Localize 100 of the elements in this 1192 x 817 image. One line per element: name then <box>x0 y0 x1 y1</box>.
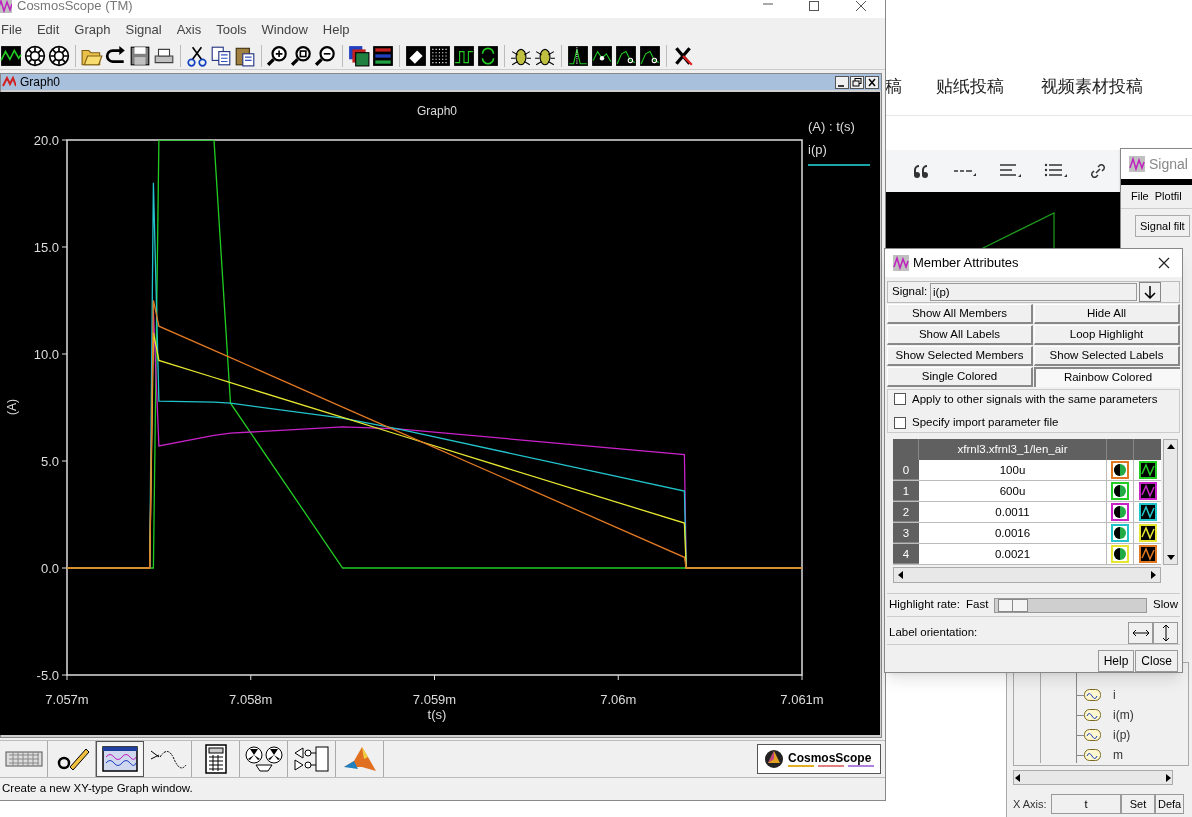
dropdown-button[interactable] <box>1139 282 1161 302</box>
peak-chart-icon[interactable] <box>567 44 589 67</box>
color-swatch-icon[interactable] <box>1111 461 1129 479</box>
axis-tick-label: 7.06m <box>600 692 637 707</box>
zoom-out-icon[interactable] <box>315 44 337 67</box>
grid-icon[interactable] <box>429 44 451 67</box>
color-mode-button[interactable]: Single Colored <box>887 367 1033 387</box>
menu-item[interactable]: Axis <box>176 20 202 40</box>
signal-field[interactable]: i(p) <box>930 283 1137 301</box>
tree-item[interactable]: m <box>1113 746 1123 764</box>
row-index: 0 <box>893 460 919 480</box>
restore-icon[interactable] <box>850 75 864 89</box>
slider-thumb[interactable] <box>997 598 1028 612</box>
action-button[interactable]: Show All Members <box>887 304 1033 324</box>
window-title: Member Attributes <box>913 254 1019 273</box>
status-text: Create a new XY-type Graph window. <box>2 781 193 797</box>
scrollbar[interactable] <box>893 567 1161 583</box>
wave-chart-icon[interactable] <box>591 44 613 67</box>
x-axis-field[interactable]: t <box>1051 794 1121 814</box>
x-mark-icon[interactable] <box>672 44 694 67</box>
quote-icon[interactable] <box>913 162 931 180</box>
close-icon[interactable] <box>1158 257 1170 269</box>
checkbox[interactable] <box>894 393 906 406</box>
link-icon[interactable] <box>1089 162 1107 180</box>
scroll-right-icon[interactable] <box>1150 571 1157 579</box>
dialog-button[interactable]: Close <box>1135 650 1178 672</box>
checkbox[interactable] <box>894 416 906 429</box>
scissors-icon[interactable] <box>186 44 208 67</box>
radiation-icon <box>243 743 284 775</box>
action-button[interactable]: Hide All <box>1034 304 1180 324</box>
zoom-in-icon[interactable] <box>267 44 289 67</box>
color-mode-button[interactable]: Rainbow Colored <box>1034 367 1180 387</box>
window-title: Graph0 <box>20 74 61 91</box>
zoom-box-icon[interactable] <box>291 44 313 67</box>
align-icon[interactable] <box>999 162 1022 180</box>
stacked-windows-icon[interactable] <box>348 44 370 67</box>
slider-track[interactable] <box>994 597 1148 613</box>
scroll-up-icon[interactable] <box>1166 443 1175 450</box>
eraser-icon[interactable] <box>405 44 427 67</box>
scrollbar[interactable] <box>1013 770 1173 785</box>
scroll-left-icon[interactable] <box>897 571 904 579</box>
scroll-down-icon[interactable] <box>1166 554 1175 561</box>
menu-item[interactable]: File <box>1 20 22 40</box>
maximize-icon[interactable] <box>808 0 820 12</box>
line-style-icon[interactable] <box>1138 545 1157 563</box>
color-swatch-icon[interactable] <box>1111 503 1129 521</box>
action-button[interactable]: Show All Labels <box>887 325 1033 345</box>
list-icon[interactable] <box>1044 162 1067 180</box>
globe-icon[interactable] <box>24 44 46 67</box>
minimize-icon[interactable] <box>835 75 849 89</box>
menu-item[interactable]: File <box>1131 188 1149 205</box>
dialog-button[interactable]: Help <box>1097 650 1135 672</box>
pulse-icon[interactable] <box>453 44 475 67</box>
axis-tick-label: 7.061m <box>780 692 824 707</box>
action-button[interactable]: Loop Highlight <box>1034 325 1180 345</box>
checkbox-label: Apply to other signals with the same parameters <box>912 391 1158 407</box>
scrollbar[interactable] <box>1163 439 1178 565</box>
menu-item[interactable]: Window <box>261 20 308 40</box>
close-icon[interactable] <box>865 75 879 89</box>
color-swatch-icon[interactable] <box>1111 524 1129 542</box>
marker-chart-icon[interactable] <box>639 44 661 67</box>
scroll-left-icon[interactable] <box>1014 773 1021 782</box>
set-button[interactable]: Set <box>1121 794 1155 814</box>
refresh-icon[interactable] <box>477 44 499 67</box>
graph-window-tool-button[interactable] <box>96 741 144 777</box>
globe-icon[interactable] <box>48 44 70 67</box>
signal-filter-button[interactable]: Signal filt <box>1135 215 1190 238</box>
menu-item[interactable]: Plotfil <box>1154 188 1182 205</box>
row-index: 3 <box>893 523 919 543</box>
axis-tick-label: 10.0 <box>33 347 59 362</box>
line-style-icon[interactable] <box>1138 503 1157 521</box>
tree-item[interactable]: i <box>1113 686 1116 704</box>
action-button[interactable]: Show Selected Labels <box>1034 346 1180 366</box>
table-cell: 100u <box>919 460 1107 480</box>
close-icon[interactable] <box>855 0 867 12</box>
marker-chart-icon[interactable] <box>615 44 637 67</box>
set-button[interactable]: Defa <box>1155 794 1185 814</box>
menu-item[interactable]: Signal <box>125 20 162 40</box>
menu-item[interactable]: Edit <box>36 20 60 40</box>
tree-item[interactable]: i(p) <box>1113 726 1131 744</box>
color-swatch-icon[interactable] <box>1111 482 1129 500</box>
orientation-button[interactable] <box>1153 621 1178 644</box>
menu-item[interactable]: Graph <box>74 20 111 40</box>
menu-item[interactable]: Help <box>322 20 350 40</box>
color-bars-icon[interactable] <box>372 44 394 67</box>
page-tab[interactable]: 稿 <box>885 74 936 100</box>
orientation-button[interactable] <box>1128 621 1153 644</box>
tree-item[interactable]: i(m) <box>1113 706 1134 724</box>
menu-item[interactable]: Tools <box>216 20 247 40</box>
axis-tick-label: 0.0 <box>40 561 59 576</box>
copy-icon[interactable] <box>210 44 232 67</box>
line-style-icon[interactable] <box>1138 482 1157 500</box>
action-button[interactable]: Show Selected Members <box>887 346 1033 366</box>
logo-button[interactable]: CosmosScope <box>757 744 881 774</box>
scroll-right-icon[interactable] <box>1165 773 1172 782</box>
page-tab[interactable]: 视频素材投稿 <box>1041 74 1143 100</box>
page-tab[interactable]: 贴纸投稿 <box>936 74 1041 100</box>
waveform-icon[interactable] <box>0 44 22 67</box>
line-style-icon[interactable] <box>1138 461 1157 479</box>
vertical-arrows-icon <box>1161 623 1170 642</box>
